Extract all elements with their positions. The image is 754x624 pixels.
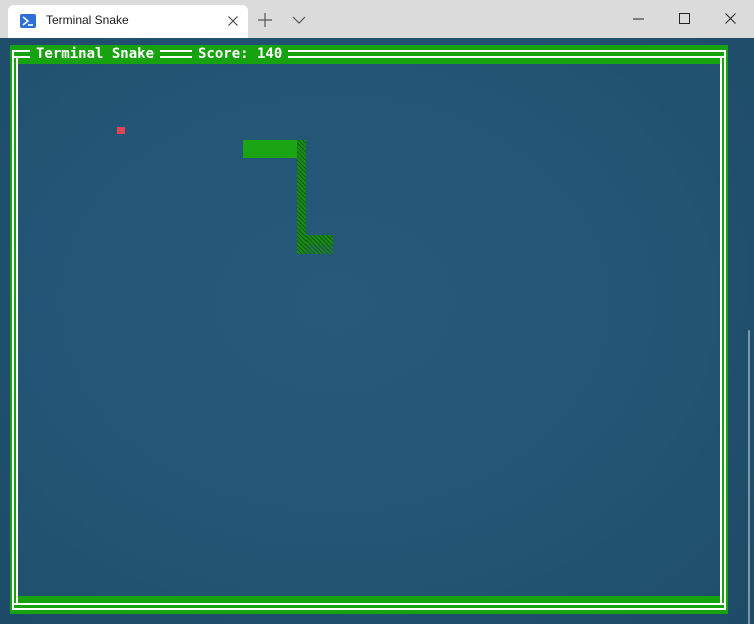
powershell-icon	[20, 14, 36, 28]
food-pellet	[117, 127, 125, 134]
frame-line	[12, 608, 726, 610]
tab-dropdown-button[interactable]	[286, 8, 312, 32]
maximize-button[interactable]	[662, 0, 708, 38]
frame-line	[12, 50, 14, 610]
game-title: Terminal Snake	[30, 45, 161, 63]
snake-head	[243, 140, 297, 158]
close-tab-icon[interactable]	[225, 13, 241, 29]
snake-body-segment	[306, 235, 333, 245]
close-icon	[725, 13, 736, 24]
minimize-icon	[633, 18, 644, 20]
scrollbar[interactable]	[748, 330, 750, 624]
close-window-button[interactable]	[708, 0, 754, 38]
terminal-window: Terminal Snake Terminal Snake Score: 140	[0, 0, 754, 624]
title-bar: Terminal Snake	[0, 0, 754, 38]
game-playfield	[18, 64, 720, 596]
tab-title: Terminal Snake	[46, 13, 129, 27]
score-display: Score: 140	[192, 45, 289, 63]
tab-terminal-snake[interactable]: Terminal Snake	[8, 5, 248, 38]
new-tab-button[interactable]	[252, 8, 278, 32]
snake-body-segment	[306, 245, 333, 254]
snake-body-segment	[297, 140, 306, 254]
frame-line	[724, 50, 726, 610]
frame-line	[12, 603, 726, 605]
chevron-down-icon	[292, 16, 306, 24]
plus-icon	[258, 13, 272, 27]
minimize-button[interactable]	[616, 0, 662, 38]
frame-line	[720, 56, 722, 605]
maximize-icon	[679, 13, 690, 24]
